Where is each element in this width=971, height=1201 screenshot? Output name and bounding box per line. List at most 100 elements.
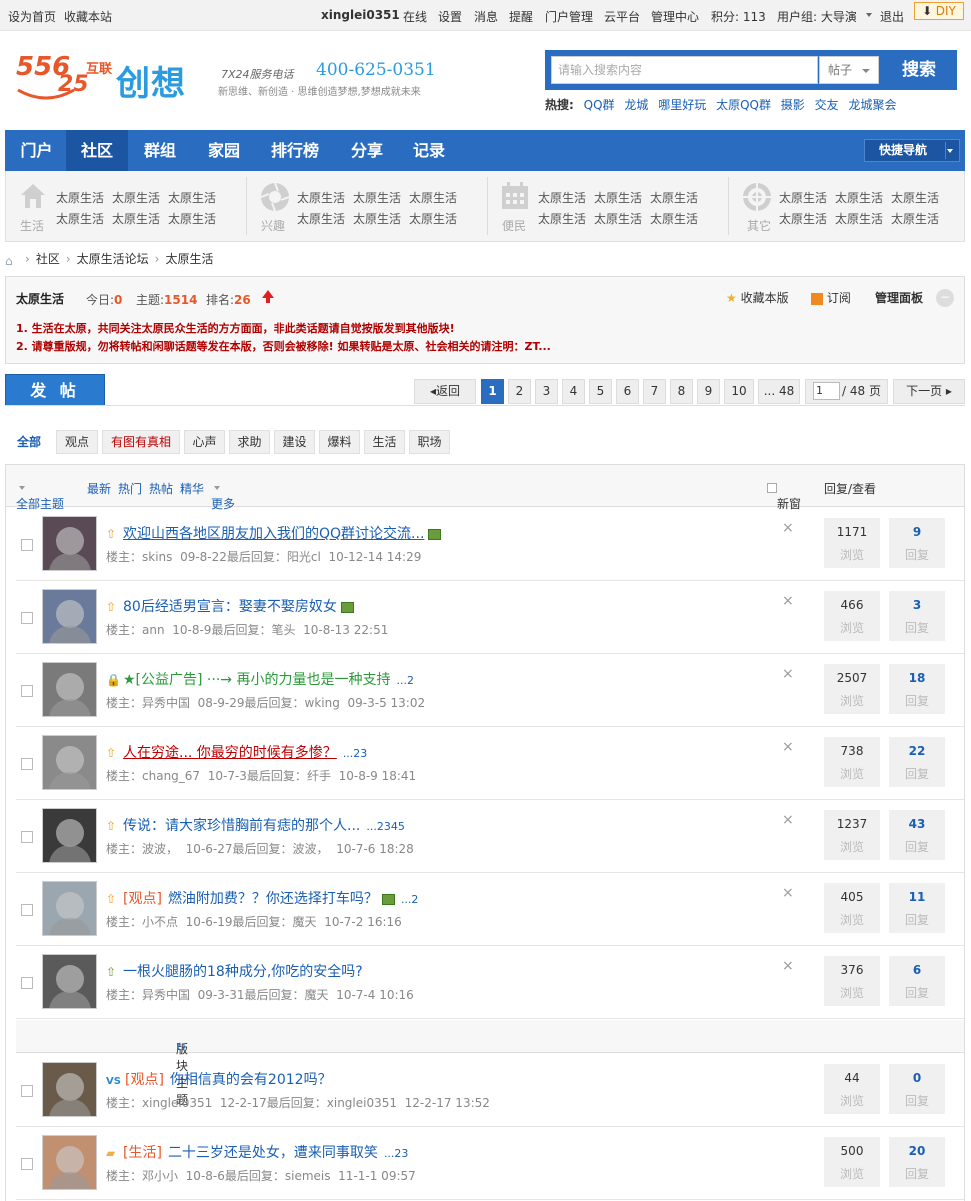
subnav-link[interactable]: 太原生活 bbox=[650, 210, 698, 227]
close-icon[interactable]: × bbox=[782, 958, 794, 974]
thread-title-link[interactable]: 一根火腿肠的18种成分,你吃的安全吗? bbox=[123, 964, 363, 980]
subnav-link[interactable]: 太原生活 bbox=[297, 189, 345, 206]
subnav-link[interactable]: 太原生活 bbox=[56, 189, 104, 206]
close-icon[interactable]: × bbox=[782, 520, 794, 536]
hot-search-link[interactable]: 交友 bbox=[815, 98, 839, 112]
replies-box[interactable]: 9 回复 bbox=[889, 518, 945, 568]
usergroup-link[interactable]: 用户组: 大导演 bbox=[777, 8, 857, 25]
thread-author-link[interactable]: skins bbox=[142, 550, 172, 564]
row-checkbox[interactable] bbox=[21, 904, 33, 916]
hot-search-link[interactable]: 龙城 bbox=[624, 98, 648, 112]
close-icon[interactable]: × bbox=[782, 666, 794, 682]
subnav-link[interactable]: 太原生活 bbox=[650, 189, 698, 206]
all-topics-filter[interactable]: 全部主题 bbox=[16, 480, 64, 511]
last-replier-link[interactable]: xinglei0351 bbox=[327, 1096, 397, 1110]
last-replier-link[interactable]: 魔天 bbox=[305, 988, 329, 1002]
subnav-link[interactable]: 太原生活 bbox=[835, 189, 883, 206]
page-link[interactable]: 1 bbox=[481, 379, 504, 404]
site-logo[interactable]: 556 25 互联 创想 7X24服务电话 400-625-0351 新思维、新… bbox=[6, 40, 438, 108]
thread-title-link[interactable]: 传说：请大家珍惜胸前有痣的那个人... bbox=[123, 818, 360, 834]
subnav-link[interactable]: 太原生活 bbox=[353, 210, 401, 227]
thread-title-link[interactable]: ★[公益广告] ···→ 再小的力量也是一种支持 bbox=[123, 672, 390, 688]
messages-link[interactable]: 消息 bbox=[474, 8, 498, 25]
thread-author-link[interactable]: 异秀中国 bbox=[142, 988, 190, 1002]
page-link[interactable]: 2 bbox=[508, 379, 531, 404]
subscribe-link[interactable]: 订阅 bbox=[811, 289, 851, 306]
thread-title-link[interactable]: 80后经适男宣言：娶妻不娶房奴女 bbox=[123, 599, 337, 615]
type-tab[interactable]: 建设 bbox=[274, 430, 315, 454]
close-icon[interactable]: × bbox=[782, 812, 794, 828]
thread-title-link[interactable]: 二十三岁还是处女，遭来同事取笑 bbox=[168, 1145, 378, 1161]
hot-search-link[interactable]: 太原QQ群 bbox=[716, 98, 771, 112]
reply-view-sort[interactable]: 回复/查看 bbox=[824, 480, 876, 497]
nav-records[interactable]: 记录 bbox=[401, 130, 457, 171]
thread-title-link[interactable]: 你相信真的会有2012吗？ bbox=[170, 1072, 332, 1088]
filter-hot[interactable]: 热门 bbox=[118, 480, 142, 497]
thread-pages-link[interactable]: ...23 bbox=[343, 747, 368, 760]
thread-author-link[interactable]: 异秀中国 bbox=[142, 696, 190, 710]
hot-search-link[interactable]: 龙城聚会 bbox=[848, 98, 896, 112]
filter-digest[interactable]: 精华 bbox=[180, 480, 204, 497]
row-checkbox[interactable] bbox=[21, 612, 33, 624]
last-replier-link[interactable]: siemeis bbox=[285, 1169, 331, 1183]
type-tab[interactable]: 生活 bbox=[364, 430, 405, 454]
thread-author-link[interactable]: xinglei0351 bbox=[142, 1096, 212, 1110]
new-post-button[interactable]: 发 帖 bbox=[5, 374, 105, 406]
page-link[interactable]: 8 bbox=[670, 379, 693, 404]
thread-pages-link[interactable]: ...23 bbox=[384, 1147, 409, 1160]
last-page-link[interactable]: ... 48 bbox=[758, 379, 800, 404]
close-icon[interactable]: × bbox=[782, 593, 794, 609]
subnav-link[interactable]: 太原生活 bbox=[409, 210, 457, 227]
last-replier-link[interactable]: 波波， bbox=[293, 842, 329, 856]
thread-type-tag[interactable]: [观点] bbox=[123, 891, 162, 907]
thread-author-link[interactable]: ann bbox=[142, 623, 165, 637]
avatar[interactable] bbox=[42, 1062, 97, 1117]
type-tab[interactable]: 职场 bbox=[409, 430, 450, 454]
subnav-link[interactable]: 太原生活 bbox=[168, 189, 216, 206]
subnav-link[interactable]: 太原生活 bbox=[779, 189, 827, 206]
row-checkbox[interactable] bbox=[21, 977, 33, 989]
next-page-button[interactable]: 下一页 ▸ bbox=[893, 379, 965, 404]
search-type-select[interactable]: 帖子 bbox=[819, 56, 879, 84]
last-replier-link[interactable]: 阳光cl bbox=[287, 550, 321, 564]
breadcrumb-item[interactable]: 社区 bbox=[36, 252, 60, 266]
collapse-icon[interactable]: − bbox=[936, 289, 954, 307]
thread-author-link[interactable]: 邓小小 bbox=[142, 1169, 178, 1183]
online-status[interactable]: 在线 bbox=[403, 8, 427, 25]
breadcrumb-item[interactable]: 太原生活 bbox=[165, 252, 213, 266]
subnav-link[interactable]: 太原生活 bbox=[353, 189, 401, 206]
new-window-toggle[interactable]: 新窗 bbox=[767, 480, 801, 511]
nav-share[interactable]: 分享 bbox=[339, 130, 395, 171]
subnav-link[interactable]: 太原生活 bbox=[297, 210, 345, 227]
page-link[interactable]: 7 bbox=[643, 379, 666, 404]
bookmark-link[interactable]: 收藏本站 bbox=[64, 8, 112, 25]
settings-link[interactable]: 设置 bbox=[438, 8, 462, 25]
type-tab[interactable]: 全部 bbox=[10, 430, 48, 454]
subnav-link[interactable]: 太原生活 bbox=[779, 210, 827, 227]
type-tab[interactable]: 有图有真相 bbox=[102, 430, 180, 454]
thread-title-link[interactable]: 欢迎山西各地区朋友加入我们的QQ群讨论交流... bbox=[123, 526, 424, 542]
username-link[interactable]: xinglei0351 bbox=[321, 8, 400, 22]
page-link[interactable]: 6 bbox=[616, 379, 639, 404]
hot-search-link[interactable]: 哪里好玩 bbox=[658, 98, 706, 112]
admin-panel-link[interactable]: 管理面板 bbox=[875, 289, 923, 306]
type-tab[interactable]: 求助 bbox=[229, 430, 270, 454]
subnav-link[interactable]: 太原生活 bbox=[56, 210, 104, 227]
avatar[interactable] bbox=[42, 881, 97, 936]
close-icon[interactable]: × bbox=[782, 739, 794, 755]
thread-pages-link[interactable]: ...2 bbox=[401, 893, 419, 906]
subnav-link[interactable]: 太原生活 bbox=[538, 210, 586, 227]
set-home-link[interactable]: 设为首页 bbox=[8, 8, 56, 25]
refresh-icon[interactable]: ↻ bbox=[176, 1040, 186, 1054]
subnav-link[interactable]: 太原生活 bbox=[835, 210, 883, 227]
thread-title-link[interactable]: 燃油附加费？？你还选择打车吗？ bbox=[168, 891, 378, 907]
avatar[interactable] bbox=[42, 662, 97, 717]
thread-author-link[interactable]: 波波， bbox=[142, 842, 178, 856]
avatar[interactable] bbox=[42, 1135, 97, 1190]
favorite-forum-link[interactable]: ★ 收藏本版 bbox=[726, 289, 789, 306]
cloud-platform-link[interactable]: 云平台 bbox=[604, 8, 640, 25]
nav-ranking[interactable]: 排行榜 bbox=[263, 130, 327, 171]
thread-type-tag[interactable]: [生活] bbox=[123, 1145, 162, 1161]
avatar[interactable] bbox=[42, 808, 97, 863]
page-link[interactable]: 5 bbox=[589, 379, 612, 404]
